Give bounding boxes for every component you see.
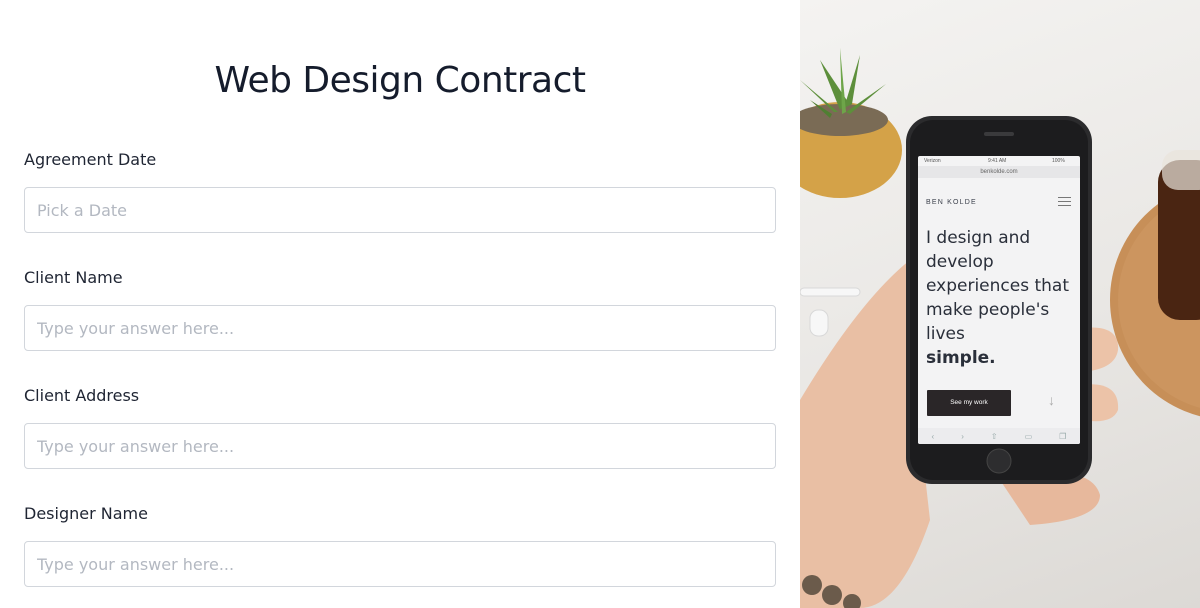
status-carrier: Verizon (924, 158, 941, 164)
tabs-icon: ❐ (1059, 431, 1067, 441)
forward-icon: › (961, 431, 964, 441)
hero-photo: Verizon 9:41 AM 100% benkolde.com BEN KO… (800, 0, 1200, 608)
status-time: 9:41 AM (988, 158, 1007, 164)
home-button (986, 448, 1012, 474)
share-icon: ⇧ (990, 431, 998, 441)
phone-screen: Verizon 9:41 AM 100% benkolde.com BEN KO… (918, 156, 1080, 444)
url-bar: benkolde.com (918, 166, 1080, 178)
designer-name-input[interactable] (24, 541, 776, 587)
hero-text-bold: simple. (926, 348, 996, 368)
designer-name-label: Designer Name (24, 504, 148, 523)
contract-form: Web Design Contract Agreement Date Clien… (0, 0, 800, 608)
see-my-work-button: See my work (927, 390, 1011, 416)
page-title: Web Design Contract (214, 60, 586, 101)
agreement-date-label: Agreement Date (24, 150, 157, 169)
status-bar: Verizon 9:41 AM 100% (924, 158, 1074, 164)
client-address-input[interactable] (24, 423, 776, 469)
client-name-input[interactable] (24, 305, 776, 351)
hamburger-menu-icon (1058, 197, 1071, 206)
status-battery: 100% (1052, 158, 1065, 164)
back-icon: ‹ (931, 431, 935, 441)
client-name-label: Client Name (24, 268, 123, 287)
hero-text-main: I design and develop experiences that ma… (926, 228, 1070, 344)
down-arrow-icon: ↓ (1048, 392, 1055, 408)
browser-toolbar: ‹ › ⇧ ▭ ❐ (918, 428, 1080, 444)
hero-text: I design and develop experiences that ma… (926, 226, 1076, 370)
site-brand: BEN KOLDE (926, 199, 977, 206)
agreement-date-input[interactable] (24, 187, 776, 233)
client-address-label: Client Address (24, 386, 140, 405)
bookmarks-icon: ▭ (1024, 431, 1033, 441)
